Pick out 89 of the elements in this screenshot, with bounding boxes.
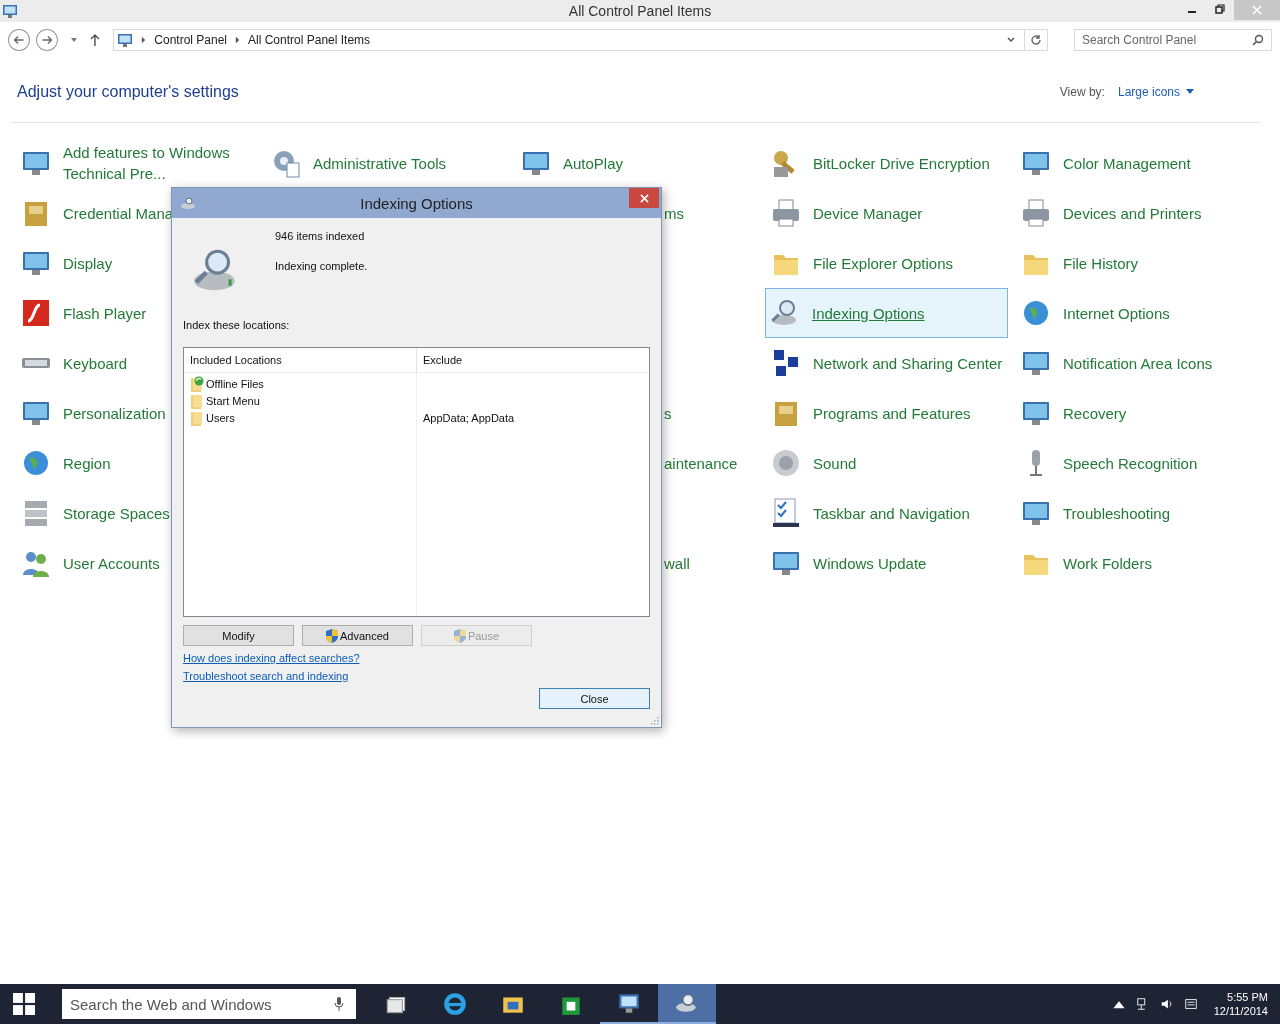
folder-sync-icon xyxy=(190,375,204,392)
item-label[interactable]: wall xyxy=(664,554,690,572)
control-panel-item[interactable]: Recovery xyxy=(1017,388,1132,438)
control-panel-item[interactable]: Display xyxy=(17,238,118,288)
control-panel-item[interactable]: Region xyxy=(17,438,116,488)
printer-icon xyxy=(770,197,802,229)
search-field[interactable]: Search Control Panel xyxy=(1074,29,1272,51)
control-panel-item[interactable]: Troubleshooting xyxy=(1017,488,1175,538)
chevron-icon xyxy=(141,36,147,44)
close-icon xyxy=(1252,5,1262,15)
chevron-icon xyxy=(235,36,240,44)
breadcrumb[interactable]: All Control Panel Items xyxy=(248,33,371,47)
item-label[interactable]: s xyxy=(664,404,672,422)
control-panel-item[interactable]: Flash Player xyxy=(17,288,152,338)
folder-icon xyxy=(190,409,204,426)
control-panel-item[interactable]: Devices and Printers xyxy=(1017,188,1207,238)
window-title: All Control Panel Items xyxy=(568,3,712,19)
back-button[interactable] xyxy=(8,29,30,51)
control-panel-item[interactable]: Taskbar and Navigation xyxy=(767,488,975,538)
minimize-icon xyxy=(1188,11,1196,13)
control-panel-item[interactable]: Windows Update xyxy=(767,538,932,588)
dialog-button[interactable]: Advanced xyxy=(302,625,413,646)
printer-icon xyxy=(1020,197,1052,229)
location-name: Users xyxy=(206,411,235,424)
close-button[interactable]: Close xyxy=(539,688,650,709)
dialog-title: Indexing Options xyxy=(360,194,473,212)
up-arrow-icon[interactable] xyxy=(89,33,102,47)
control-panel-item[interactable]: Personalization xyxy=(17,388,171,438)
clock-time[interactable]: 5:55 PM xyxy=(1227,991,1268,1003)
control-panel-item[interactable]: Device Manager xyxy=(767,188,928,238)
control-panel-item[interactable]: Add features to Windows Technical Pre... xyxy=(17,138,258,188)
breadcrumb[interactable]: Control Panel xyxy=(154,33,227,47)
column-header[interactable]: Exclude xyxy=(417,354,463,366)
view-by-dropdown[interactable]: Large icons xyxy=(1117,85,1194,99)
control-panel-item[interactable]: File Explorer Options xyxy=(767,238,959,288)
browser-icon xyxy=(442,991,468,1017)
close-button[interactable] xyxy=(629,188,659,208)
control-panel-item[interactable]: Administrative Tools xyxy=(267,138,452,188)
control-panel-item[interactable]: Internet Options xyxy=(1017,288,1175,338)
control-panel-item[interactable]: Indexing Options xyxy=(765,288,1008,338)
indexed-count: 946 items indexed xyxy=(275,230,366,242)
clock-date[interactable]: 12/11/2014 xyxy=(1213,1005,1268,1017)
close-icon xyxy=(639,193,649,203)
windows-logo-icon xyxy=(13,993,35,1015)
dropdown-caret-icon[interactable] xyxy=(69,36,78,44)
excluded-folders: AppData; AppData xyxy=(423,411,515,424)
resize-grip-icon[interactable] xyxy=(651,717,659,725)
monitor-icon xyxy=(2,3,18,19)
item-label[interactable]: aintenance xyxy=(664,454,738,472)
speaker-icon xyxy=(770,447,802,479)
caret-icon xyxy=(1186,89,1194,95)
control-panel-item[interactable]: Speech Recognition xyxy=(1017,438,1203,488)
view-by-label: View by: xyxy=(1059,85,1105,99)
folder-icon xyxy=(190,392,204,409)
address-bar[interactable]: Control Panel All Control Panel Items xyxy=(113,29,1048,51)
control-panel-item[interactable]: User Accounts xyxy=(17,538,165,588)
forward-button[interactable] xyxy=(35,29,58,51)
dropdown-caret-icon[interactable] xyxy=(1006,35,1016,45)
item-label[interactable]: ms xyxy=(664,204,684,222)
control-panel-item[interactable]: Notification Area Icons xyxy=(1017,338,1218,388)
message-icon[interactable] xyxy=(1183,997,1198,1011)
refresh-icon xyxy=(1030,34,1042,46)
dialog-button[interactable]: Modify xyxy=(183,625,294,646)
control-panel-item[interactable]: Storage Spaces xyxy=(17,488,175,538)
page-heading: Adjust your computer's settings xyxy=(17,83,239,101)
control-panel-item[interactable]: Work Folders xyxy=(1017,538,1157,588)
control-panel-item[interactable]: File History xyxy=(1017,238,1143,288)
control-panel-item[interactable]: Color Management xyxy=(1017,138,1196,188)
flash-icon xyxy=(20,297,52,329)
control-panel-item[interactable]: AutoPlay xyxy=(517,138,629,188)
control-panel-item[interactable]: Programs and Features xyxy=(767,388,976,438)
location-name: Start Menu xyxy=(206,394,260,407)
column-header[interactable]: Included Locations xyxy=(184,348,417,372)
control-panel-item[interactable]: BitLocker Drive Encryption xyxy=(767,138,995,188)
location-name: Offline Files xyxy=(206,377,264,390)
control-panel-item[interactable]: Sound xyxy=(767,438,862,488)
microphone-icon[interactable] xyxy=(334,997,344,1011)
control-panel-item[interactable]: Keyboard xyxy=(17,338,133,388)
restore-icon xyxy=(1215,4,1225,14)
control-panel-item[interactable]: Network and Sharing Center xyxy=(767,338,1008,388)
locations-label: Index these locations: xyxy=(183,319,291,331)
checklist-icon xyxy=(770,497,802,529)
speaker-icon[interactable] xyxy=(1159,997,1174,1011)
search-icon xyxy=(1252,34,1264,46)
monitor-icon xyxy=(117,32,134,48)
search-field[interactable]: Search the Web and Windows xyxy=(62,989,356,1019)
help-link[interactable]: Troubleshoot search and indexing xyxy=(183,670,349,682)
indexing-status: Indexing complete. xyxy=(275,260,368,272)
help-link[interactable]: How does indexing affect searches? xyxy=(183,652,360,664)
